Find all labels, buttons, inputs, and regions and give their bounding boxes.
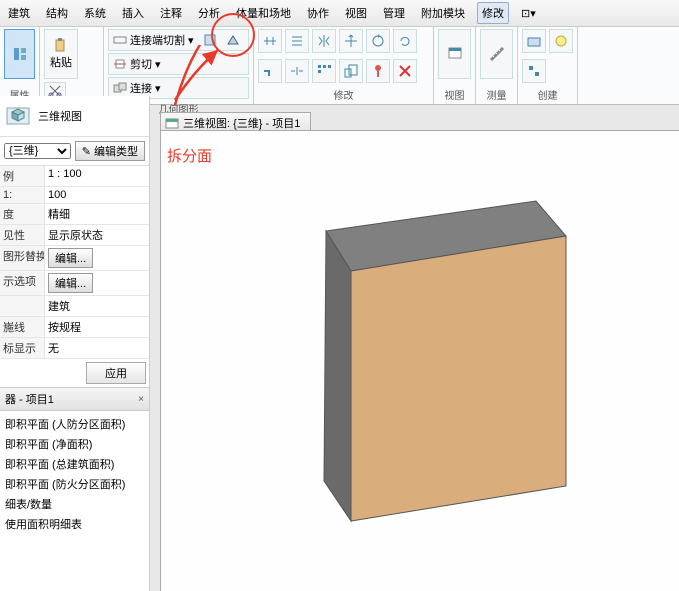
prop-value: 编辑... — [45, 246, 149, 270]
edit-button[interactable]: 编辑... — [48, 273, 93, 293]
close-icon[interactable]: × — [138, 394, 144, 405]
menu-dropdown-icon[interactable]: ⊡▾ — [517, 5, 540, 22]
prop-label: 标显示 — [0, 338, 45, 358]
prop-value[interactable]: 精细 — [45, 204, 149, 224]
view-tab-label: 三维视图: {三维} - 项目1 — [183, 115, 300, 131]
create-icon[interactable] — [522, 59, 546, 83]
menu-item[interactable]: 注释 — [156, 3, 186, 23]
prop-label: 图形替换 — [0, 246, 45, 270]
align-icon[interactable] — [258, 29, 282, 53]
scale-icon[interactable] — [339, 59, 363, 83]
group-label: 测量 — [480, 85, 513, 102]
menu-item[interactable]: 系统 — [80, 3, 110, 23]
tree-item[interactable]: 细表/数量 — [2, 494, 147, 514]
prop-value[interactable]: 无 — [45, 338, 149, 358]
project-browser: 即积平面 (人防分区面积) 即积平面 (净面积) 即积平面 (总建筑面积) 即积… — [0, 411, 149, 537]
menu-item[interactable]: 附加模块 — [417, 3, 469, 23]
mirror-icon[interactable] — [312, 29, 336, 53]
properties-title: 三维视图 — [38, 108, 82, 124]
menu-item[interactable]: 建筑 — [4, 3, 34, 23]
tree-item[interactable]: 即积平面 (总建筑面积) — [2, 454, 147, 474]
paste-button[interactable]: 粘贴 — [44, 29, 78, 79]
copy-move-icon[interactable] — [366, 29, 390, 53]
prop-label: 度 — [0, 204, 45, 224]
view3d-icon — [4, 102, 32, 130]
prop-value[interactable]: 1 : 100 — [45, 166, 149, 186]
tree-item[interactable]: 即积平面 (净面积) — [2, 434, 147, 454]
properties-button[interactable] — [4, 29, 35, 79]
group-label: 修改 — [258, 85, 429, 102]
prop-value: 编辑... — [45, 271, 149, 295]
prop-value[interactable]: 显示原状态 — [45, 225, 149, 245]
split-icon[interactable] — [285, 59, 309, 83]
create-icon[interactable] — [522, 29, 546, 53]
menu-item[interactable]: 协作 — [303, 3, 333, 23]
menu-item[interactable]: 分析 — [194, 3, 224, 23]
prop-label — [0, 296, 45, 316]
menu-bar: 建筑 结构 系统 插入 注释 分析 体量和场地 协作 视图 管理 附加模块 修改… — [0, 0, 679, 27]
measure-icon[interactable] — [480, 29, 513, 79]
prop-label: 崺线 — [0, 317, 45, 337]
move-icon[interactable] — [339, 29, 363, 53]
group-label: 视图 — [438, 85, 471, 102]
apply-button[interactable]: 应用 — [86, 362, 146, 384]
browser-title: 器 - 项目1 — [5, 391, 54, 407]
prop-label: 1: — [0, 187, 45, 203]
array-icon[interactable] — [312, 59, 336, 83]
prop-label: 示选项 — [0, 271, 45, 295]
prop-value[interactable]: 100 — [45, 187, 149, 203]
split-face-icon — [226, 33, 240, 47]
cope-button[interactable]: 连接端切割 ▾ — [108, 29, 249, 51]
offset-icon[interactable] — [285, 29, 309, 53]
rotate-icon[interactable] — [393, 29, 417, 53]
pin-icon[interactable] — [366, 59, 390, 83]
viewport-3d[interactable] — [160, 130, 679, 591]
menu-item-modify[interactable]: 修改 — [477, 2, 509, 24]
prop-label: 见性 — [0, 225, 45, 245]
tree-item[interactable]: 即积平面 (防火分区面积) — [2, 474, 147, 494]
menu-item[interactable]: 视图 — [341, 3, 371, 23]
edit-button[interactable]: 编辑... — [48, 248, 93, 268]
menu-item[interactable]: 管理 — [379, 3, 409, 23]
properties-grid: 例1 : 100 1:100 度精细 见性显示原状态 图形替换编辑... 示选项… — [0, 166, 149, 359]
prop-value[interactable]: 建筑 — [45, 296, 149, 316]
create-icon[interactable] — [549, 29, 573, 53]
delete-icon[interactable] — [393, 59, 417, 83]
type-selector[interactable]: {三维} — [4, 143, 71, 159]
menu-item[interactable]: 体量和场地 — [232, 3, 295, 23]
wall-3d-model[interactable] — [256, 191, 596, 531]
trim-icon[interactable] — [258, 59, 282, 83]
ribbon: 属性 粘贴 剪贴板 连接端切割 ▾ 剪切 ▾ 连接 ▾ 几何图形 — [0, 27, 679, 105]
view-icon[interactable] — [438, 29, 471, 79]
view-icon — [165, 116, 179, 130]
properties-panel: 三维视图 {三维} ✎ 编辑类型 例1 : 100 1:100 度精细 见性显示… — [0, 96, 150, 591]
prop-label: 例 — [0, 166, 45, 186]
prop-value[interactable]: 按规程 — [45, 317, 149, 337]
cut-geom-button[interactable]: 剪切 ▾ — [108, 53, 249, 75]
menu-item[interactable]: 结构 — [42, 3, 72, 23]
tree-item[interactable]: 使用面积明细表 — [2, 514, 147, 534]
tree-item[interactable]: 即积平面 (人防分区面积) — [2, 414, 147, 434]
edit-type-button[interactable]: ✎ 编辑类型 — [75, 141, 145, 161]
group-label: 创建 — [522, 85, 573, 102]
menu-item[interactable]: 插入 — [118, 3, 148, 23]
